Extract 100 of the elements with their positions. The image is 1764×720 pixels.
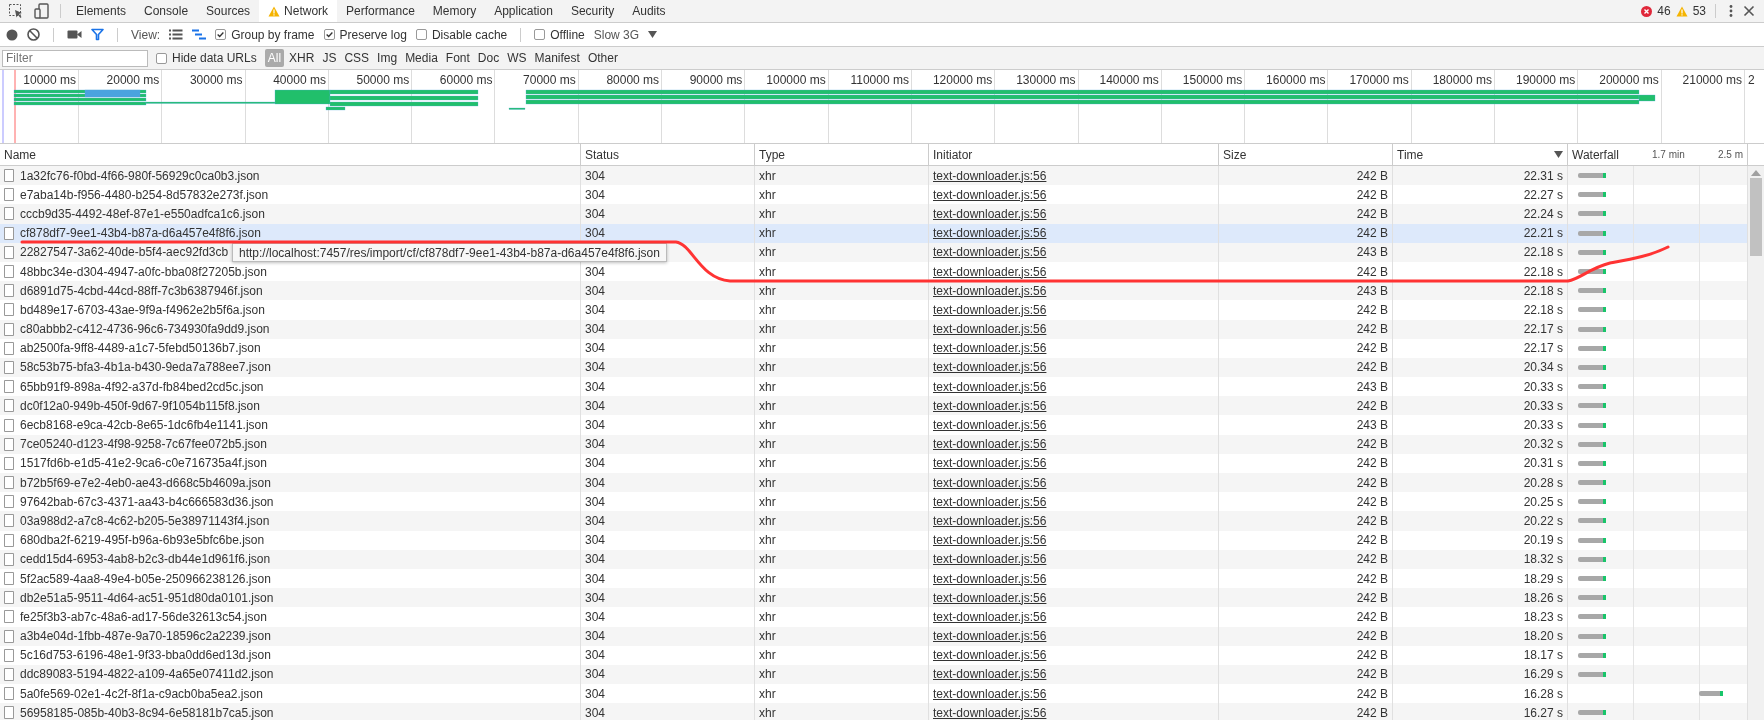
panel-tab[interactable]: Audits (623, 0, 675, 22)
option-checkbox[interactable]: Disable cache (415, 27, 508, 42)
file-name[interactable]: bd489e17-6703-43ae-9f9a-f4962e2b5f6a.json (20, 302, 265, 317)
column-header[interactable]: Name (0, 144, 581, 165)
initiator-link[interactable]: text-downloader.js:56 (933, 341, 1047, 356)
initiator-link[interactable]: text-downloader.js:56 (933, 456, 1047, 471)
file-name[interactable]: 03a988d2-a7c8-4c62-b205-5e38971143f4.json (20, 513, 270, 528)
hide-data-urls-checkbox[interactable]: Hide data URLs (156, 51, 257, 65)
initiator-link[interactable]: text-downloader.js:56 (933, 513, 1047, 528)
file-name[interactable]: db2e51a5-9511-4d64-ac51-951d80da0101.json (20, 590, 274, 605)
initiator-link[interactable]: text-downloader.js:56 (933, 360, 1047, 375)
initiator-link[interactable]: text-downloader.js:56 (933, 629, 1047, 644)
file-name[interactable]: 65bb91f9-898a-4f92-a37d-fb84bed2cd5c.json (20, 379, 264, 394)
file-name[interactable]: dc0f12a0-949b-450f-9d67-9f1054b115f8.json (20, 398, 260, 413)
file-name[interactable]: 48bbc34e-d304-4947-a0fc-bba08f27205b.json (20, 264, 267, 279)
initiator-link[interactable]: text-downloader.js:56 (933, 302, 1047, 317)
type-filter[interactable]: Doc (474, 49, 503, 67)
initiator-link[interactable]: text-downloader.js:56 (933, 379, 1047, 394)
offline-checkbox[interactable]: Offline (534, 27, 585, 42)
column-header[interactable]: Time (1393, 144, 1568, 165)
initiator-link[interactable]: text-downloader.js:56 (933, 187, 1047, 202)
type-filter[interactable]: Img (374, 49, 401, 67)
panel-tab[interactable]: Application (485, 0, 562, 22)
column-header[interactable]: Initiator (929, 144, 1219, 165)
file-name[interactable]: 5c16d753-6196-48e1-9f33-bba0dd6ed13d.json (20, 648, 271, 663)
file-name[interactable]: fe25f3b3-ab7c-48a6-ad17-56de32613c54.json (20, 609, 267, 624)
initiator-link[interactable]: text-downloader.js:56 (933, 571, 1047, 586)
type-filter[interactable]: XHR (286, 49, 318, 67)
filter-icon[interactable] (91, 28, 104, 41)
sort-descending-icon[interactable] (1554, 151, 1563, 158)
panel-tab[interactable]: Sources (197, 0, 260, 22)
waterfall-view-icon[interactable] (192, 29, 207, 40)
column-header[interactable]: Waterfall 1.7 min 2.5 m (1568, 144, 1748, 165)
file-name[interactable]: cf878df7-9ee1-43b4-b87a-d6a457e4f8f6.json (20, 226, 261, 241)
file-name[interactable]: a3b4e04d-1fbb-487e-9a70-18596c2a2239.json (20, 629, 271, 644)
file-name[interactable]: 6ecb8168-e9ca-42cb-8e65-1dc6fb4e1141.json (20, 418, 268, 433)
initiator-link[interactable]: text-downloader.js:56 (933, 475, 1047, 490)
panel-tab[interactable]: Elements (67, 0, 136, 22)
panel-tab[interactable]: Performance (337, 0, 424, 22)
record-icon[interactable] (6, 28, 18, 41)
column-header[interactable]: Status (581, 144, 755, 165)
initiator-link[interactable]: text-downloader.js:56 (933, 552, 1047, 567)
file-name[interactable]: b72b5f69-e7e2-4eb0-ae43-d668c5b4609a.json (20, 475, 271, 490)
file-name[interactable]: d6891d75-4cbd-44cd-88ff-7c3b6387946f.json (20, 283, 263, 298)
initiator-link[interactable]: text-downloader.js:56 (933, 705, 1047, 720)
inspect-icon[interactable] (8, 3, 24, 19)
initiator-link[interactable]: text-downloader.js:56 (933, 322, 1047, 337)
initiator-link[interactable]: text-downloader.js:56 (933, 494, 1047, 509)
file-name[interactable]: 680dba2f-6219-495f-b96a-6b93e5bfc6be.json (20, 533, 265, 548)
initiator-link[interactable]: text-downloader.js:56 (933, 533, 1047, 548)
file-name[interactable]: 56958185-085b-40b3-8c94-6e58181b7ca5.json (20, 705, 274, 720)
panel-tab[interactable]: Security (561, 0, 624, 22)
column-header[interactable]: Size (1219, 144, 1393, 165)
close-icon[interactable] (1742, 4, 1756, 18)
option-checkbox[interactable]: Preserve log (323, 27, 407, 42)
panel-tab[interactable]: Network (259, 0, 338, 22)
list-view-icon[interactable] (169, 29, 184, 40)
file-name[interactable]: 97642bab-67c3-4371-aa43-b4c666583d36.json (20, 494, 274, 509)
type-filter[interactable]: Other (584, 49, 621, 67)
panel-tab[interactable]: Memory (423, 0, 486, 22)
file-name[interactable]: 58c53b75-bfa3-4b1a-b430-9eda7a788ee7.json (20, 360, 271, 375)
file-name[interactable]: ab2500fa-9ff8-4489-a1c7-5febd50136b7.json (20, 341, 261, 356)
file-name[interactable]: e7aba14b-f956-4480-b254-8d57832e273f.json (20, 187, 269, 202)
initiator-link[interactable]: text-downloader.js:56 (933, 283, 1047, 298)
device-icon[interactable] (34, 3, 50, 19)
initiator-link[interactable]: text-downloader.js:56 (933, 168, 1047, 183)
file-name[interactable]: 5a0fe569-02e1-4c2f-8f1a-c9acb0ba5ea2.json (20, 686, 263, 701)
initiator-link[interactable]: text-downloader.js:56 (933, 206, 1047, 221)
type-filter[interactable]: CSS (341, 49, 373, 67)
file-name[interactable]: 1517fd6b-e1d5-41e2-9ca6-c0e716735a4f.json (20, 456, 267, 471)
type-filter[interactable]: Manifest (531, 49, 583, 67)
initiator-link[interactable]: text-downloader.js:56 (933, 437, 1047, 452)
initiator-link[interactable]: text-downloader.js:56 (933, 418, 1047, 433)
file-name[interactable]: c80abbb2-c412-4736-96c6-734930fa9dd9.json (20, 322, 270, 337)
panel-tab[interactable]: Console (135, 0, 198, 22)
filter-field[interactable]: Filter (2, 49, 148, 67)
option-checkbox[interactable]: Group by frame (215, 27, 315, 42)
camera-icon[interactable] (67, 29, 82, 40)
initiator-link[interactable]: text-downloader.js:56 (933, 609, 1047, 624)
initiator-link[interactable]: text-downloader.js:56 (933, 667, 1047, 682)
type-filter[interactable]: WS (504, 49, 530, 67)
file-name[interactable]: 1a32fc76-f0bd-4f66-980f-56929c0ca0b3.json (20, 168, 260, 183)
initiator-link[interactable]: text-downloader.js:56 (933, 398, 1047, 413)
initiator-link[interactable]: text-downloader.js:56 (933, 264, 1047, 279)
dropdown-caret-icon[interactable] (648, 31, 658, 38)
clear-icon[interactable] (27, 28, 40, 41)
file-name[interactable]: ddc89083-5194-4822-a109-4a65e07411d2.json (20, 667, 274, 682)
initiator-link[interactable]: text-downloader.js:56 (933, 648, 1047, 663)
type-filter[interactable]: JS (319, 49, 340, 67)
type-filter[interactable]: Font (442, 49, 473, 67)
column-header[interactable]: Type (755, 144, 929, 165)
file-name[interactable]: cedd15d4-6953-4ab8-b2c3-db44e1d961f6.json (20, 552, 271, 567)
initiator-link[interactable]: text-downloader.js:56 (933, 245, 1047, 260)
file-name[interactable]: 22827547-3a62-40de-b5f4-aec92fd3cb (20, 245, 229, 260)
type-filter[interactable]: Media (402, 49, 441, 67)
file-name[interactable]: 7ce05240-d123-4f98-9258-7c67fee072b5.json (20, 437, 267, 452)
file-name[interactable]: 5f2ac589-4aa8-49e4-b05e-250966238126.json (20, 571, 271, 586)
file-name[interactable]: cccb9d35-4492-48ef-87e1-e550adfca1c6.json (20, 206, 265, 221)
scrollbar-thumb[interactable] (1750, 178, 1762, 256)
initiator-link[interactable]: text-downloader.js:56 (933, 590, 1047, 605)
